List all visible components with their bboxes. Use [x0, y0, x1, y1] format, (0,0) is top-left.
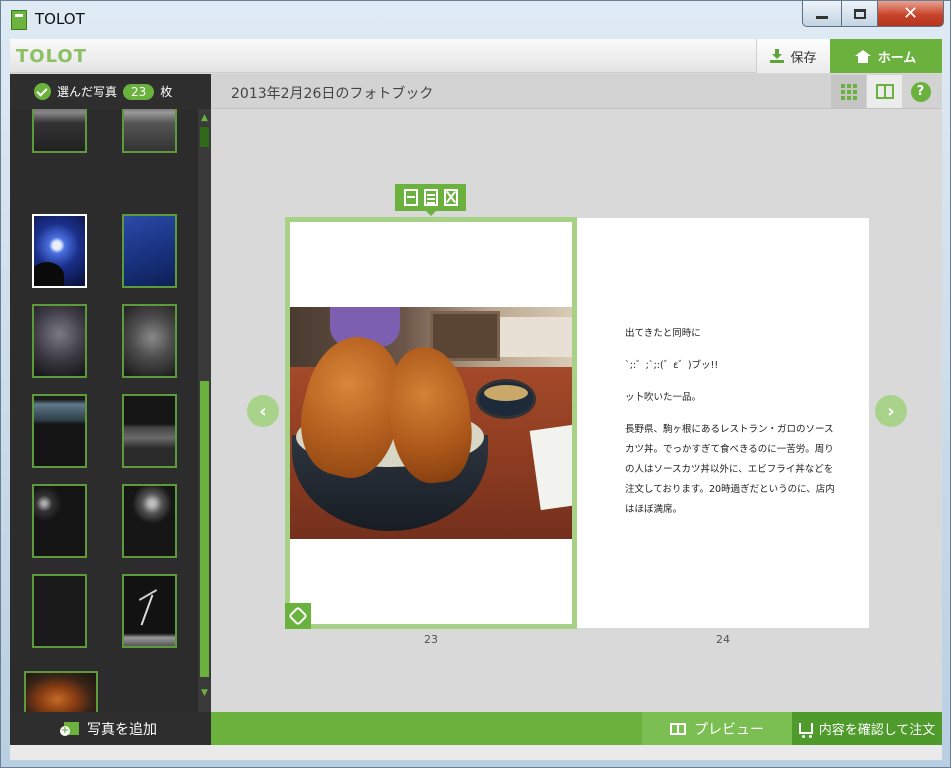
window-status-strip — [10, 745, 942, 760]
rotate-photo-button[interactable] — [285, 603, 311, 629]
grid-icon — [840, 83, 857, 100]
selected-count-badge: 23 — [123, 83, 155, 100]
order-label: 内容を確認して注文 — [818, 723, 936, 738]
caption-line: ッ卜吹いた一品。 — [625, 392, 702, 403]
photo-thumbnail[interactable] — [24, 671, 98, 712]
caption-line: 出てきたと同時に — [625, 328, 701, 339]
caption-line: 長野県、駒ヶ根にあるレストラン・ガロのソースカツ丼。でっかすぎて食べきるのに一苦… — [625, 424, 835, 515]
photo-thumbnail[interactable] — [122, 214, 177, 288]
rotate-icon — [288, 606, 308, 626]
window-title: TOLOT — [35, 10, 85, 28]
maximize-icon — [853, 8, 866, 19]
close-button[interactable]: ✕ — [878, 1, 944, 27]
grid-view-button[interactable] — [831, 75, 866, 108]
add-photo-button[interactable]: 写真を追加 — [10, 712, 211, 745]
home-label: ホーム — [877, 50, 917, 66]
preview-button[interactable]: プレビュー — [642, 712, 792, 745]
photo-thumbnail[interactable] — [122, 304, 177, 378]
selected-photos-unit: 枚 — [160, 85, 173, 99]
previous-page-button[interactable]: ‹ — [247, 395, 279, 427]
close-icon: ✕ — [902, 3, 919, 24]
photo-layout-toolbar — [395, 184, 466, 216]
photo-thumbnail[interactable] — [32, 109, 87, 153]
photo-thumbnail[interactable] — [32, 394, 87, 468]
scrollbar-thumb[interactable] — [200, 381, 209, 677]
tolot-logo: TOLOT — [16, 46, 87, 67]
book-icon — [670, 722, 686, 735]
help-button[interactable]: ? — [903, 75, 938, 108]
sidebar-scrollbar[interactable]: ▲ ▼ — [198, 109, 211, 712]
photo-thumbnail[interactable] — [32, 484, 87, 558]
selected-photos-bar: 選んだ写真 23 枚 — [10, 74, 211, 109]
remove-photo-icon[interactable] — [443, 189, 458, 206]
scroll-track-marker — [200, 127, 209, 147]
next-page-button[interactable]: › — [875, 395, 907, 427]
save-button[interactable]: 保存 — [756, 39, 830, 73]
spread-view-button[interactable] — [867, 75, 902, 108]
home-icon — [854, 49, 871, 63]
window-controls: ✕ — [802, 1, 944, 27]
add-photo-label: 写真を追加 — [87, 721, 157, 738]
preview-label: プレビュー — [694, 721, 764, 738]
scroll-up-icon[interactable]: ▲ — [198, 111, 211, 125]
chevron-left-icon: ‹ — [259, 400, 267, 422]
book-title[interactable]: 2013年2月26日のフォトブック — [231, 83, 433, 103]
app-window: TOLOT ✕ TOLOT 保存 ホーム 選んだ写真 23 枚 2013年2月2… — [0, 0, 951, 768]
page-caption[interactable]: 出てきたと同時に `;:゛;`;:(゛ε゛)ブッ!! ッ卜吹いた一品。 長野県、… — [625, 324, 835, 532]
window-titlebar[interactable]: TOLOT ✕ — [1, 1, 950, 39]
photo-thumbnail[interactable] — [122, 574, 177, 648]
photo-thumbnail[interactable] — [122, 109, 177, 153]
scroll-down-icon[interactable]: ▼ — [198, 686, 211, 700]
page-number-left: 23 — [424, 633, 438, 646]
selected-photos-label: 選んだ写真 — [57, 85, 118, 99]
katsudon-photo[interactable] — [290, 307, 572, 539]
bottom-bar: 写真を追加 プレビュー 内容を確認して注文 — [10, 712, 942, 745]
order-button[interactable]: 内容を確認して注文 — [792, 712, 942, 745]
caption-line: `;:゛;`;:(゛ε゛)ブッ!! — [625, 360, 719, 371]
download-icon — [770, 49, 785, 63]
page-right[interactable]: 出てきたと同時に `;:゛;`;:(゛ε゛)ブッ!! ッ卜吹いた一品。 長野県、… — [577, 218, 869, 628]
book-canvas: ‹ › 出てきたと同時に `;:゛;`;:(゛ε゛)ブッ!! ッ卜吹いた一品。 … — [211, 109, 942, 712]
book-title-bar: 2013年2月26日のフォトブック ? — [211, 74, 942, 109]
chevron-right-icon: › — [887, 400, 895, 422]
photo-thumbnail[interactable] — [32, 304, 87, 378]
app-icon — [11, 10, 27, 30]
top-bar: TOLOT 保存 ホーム — [10, 39, 942, 73]
minimize-icon — [816, 16, 828, 19]
home-button[interactable]: ホーム — [830, 39, 942, 73]
page-number-right: 24 — [716, 633, 730, 646]
minimize-button[interactable] — [802, 1, 842, 27]
layout-text-icon[interactable] — [423, 189, 438, 206]
photo-sidebar[interactable]: ▲ ▼ — [10, 109, 211, 712]
cart-icon — [798, 723, 813, 738]
app-client: TOLOT 保存 ホーム 選んだ写真 23 枚 2013年2月26日のフォトブッ… — [10, 39, 942, 745]
help-icon: ? — [910, 81, 931, 102]
photo-thumbnail[interactable] — [32, 214, 87, 288]
check-icon — [34, 83, 51, 100]
photo-thumbnail[interactable] — [32, 574, 87, 648]
maximize-button[interactable] — [842, 1, 878, 27]
photo-thumbnail[interactable] — [122, 484, 177, 558]
book-spread-icon — [875, 84, 894, 99]
page-left[interactable] — [285, 217, 577, 629]
layout-single-icon[interactable] — [403, 189, 418, 206]
save-label: 保存 — [790, 50, 817, 66]
photo-thumbnail[interactable] — [122, 394, 177, 468]
add-photo-icon — [60, 722, 79, 736]
